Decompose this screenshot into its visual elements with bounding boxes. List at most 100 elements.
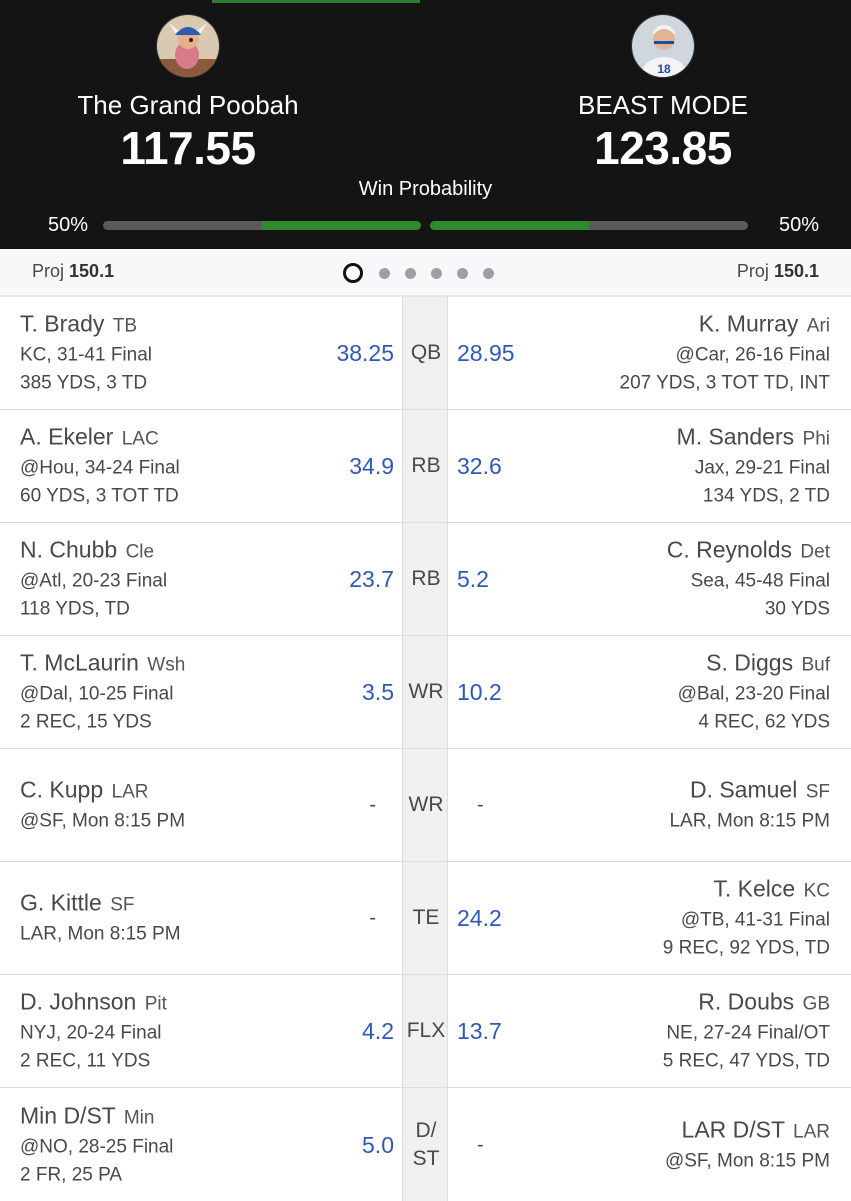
right-player[interactable]: R. Doubs GB NE, 27-24 Final/OT 5 REC, 47 Y… (663, 987, 830, 1076)
right-player[interactable]: K. Murray Ari @Car, 26-16 Final 207 YDS, 3… (620, 309, 831, 398)
left-player-points: - (369, 907, 376, 929)
right-player-name[interactable]: C. Reynolds (667, 537, 792, 563)
right-player[interactable]: D. Samuel SF LAR, Mon 8:15 PM (669, 775, 830, 836)
left-player-team: LAR (111, 781, 149, 803)
page-dot[interactable] (457, 267, 468, 279)
right-player-stats: 4 REC, 62 YDS (698, 711, 830, 733)
right-player-stats: 207 YDS, 3 TOT TD, INT (619, 372, 831, 394)
left-player-game-info: @Hou, 34-24 Final (20, 457, 180, 479)
right-player-game-info: @SF, Mon 8:15 PM (664, 1150, 830, 1171)
right-player-name[interactable]: S. Diggs (706, 650, 793, 676)
win-probability-label: Win Probability (358, 178, 493, 200)
position-column: RB (402, 523, 448, 635)
right-player-game-info: LAR, Mon 8:15 PM (669, 810, 830, 832)
away-team-score: 123.85 (594, 122, 732, 174)
left-player-name[interactable]: D. Johnson (20, 989, 136, 1015)
matchup-row: N. Chubb Cle @Atl, 20-23 Final 118 YDS, TD… (0, 523, 851, 636)
left-player-name[interactable]: A. Ekeler (20, 424, 113, 450)
home-proj-value: 150.1 (69, 261, 115, 281)
right-player-name[interactable]: M. Sanders (677, 424, 795, 450)
page-dot[interactable] (379, 267, 390, 279)
right-player-team: Phi (802, 428, 830, 450)
right-player[interactable]: M. Sanders Phi Jax, 29-21 Final 134 YDS, 2… (677, 422, 830, 511)
home-proj-label: Proj (32, 261, 65, 281)
left-player-points: 5.0 (362, 1131, 394, 1158)
left-player-team: Pit (144, 993, 167, 1015)
page-dot[interactable] (483, 267, 494, 279)
matchup-row: A. Ekeler LAC @Hou, 34-24 Final 60 YDS, 3 … (0, 410, 851, 523)
left-player-game-info: LAR, Mon 8:15 PM (20, 923, 181, 945)
page-dot[interactable] (343, 263, 363, 283)
left-player-team: LAC (121, 428, 159, 450)
right-player-team: Ari (806, 315, 830, 337)
away-team-name: BEAST MODE (577, 90, 748, 120)
position-label: D/ST (412, 1118, 440, 1170)
left-player-team: Wsh (147, 654, 186, 676)
right-player-name[interactable]: K. Murray (699, 311, 799, 337)
right-player-points: 28.95 (457, 340, 515, 366)
right-player-points: - (477, 794, 484, 816)
left-player[interactable]: G. Kittle SF LAR, Mon 8:15 PM (20, 888, 181, 949)
home-win-probability-fill (262, 221, 421, 230)
left-player-name[interactable]: G. Kittle (20, 890, 102, 916)
position-column: D/ST (402, 1088, 448, 1201)
left-player[interactable]: T. McLaurin Wsh @Dal, 10-25 Final 2 REC, 1… (20, 648, 185, 737)
right-player[interactable]: LAR D/ST LAR @SF, Mon 8:15 PM (665, 1114, 830, 1175)
page-indicator[interactable] (343, 263, 509, 283)
left-player-name[interactable]: T. Brady (20, 311, 104, 337)
home-team-avatar[interactable] (156, 14, 220, 78)
right-player-team: GB (802, 993, 830, 1015)
left-player[interactable]: D. Johnson Pit NYJ, 20-24 Final 2 REC, 11 … (20, 987, 167, 1076)
left-player[interactable]: Min D/ST Min @NO, 28-25 Final 2 FR, 25 PA (20, 1100, 173, 1189)
home-win-pct: 50% (48, 214, 89, 236)
left-player-name[interactable]: T. McLaurin (20, 650, 139, 676)
left-player-game-info: NYJ, 20-24 Final (20, 1022, 162, 1044)
position-label: WR (408, 680, 444, 703)
away-win-probability-bar (430, 221, 748, 230)
position-column: WR (402, 636, 448, 748)
left-player-points: 3.5 (362, 679, 394, 705)
left-player-points: 23.7 (349, 566, 394, 592)
left-player-name[interactable]: N. Chubb (20, 537, 117, 563)
right-player-name[interactable]: LAR D/ST (682, 1116, 785, 1142)
left-player-stats: 2 REC, 15 YDS (20, 711, 152, 733)
right-player-name[interactable]: T. Kelce (713, 876, 795, 902)
right-player[interactable]: S. Diggs Buf @Bal, 23-20 Final 4 REC, 62 Y… (678, 648, 830, 737)
left-player[interactable]: N. Chubb Cle @Atl, 20-23 Final 118 YDS, TD (20, 535, 167, 624)
right-player-name[interactable]: D. Samuel (690, 777, 797, 803)
left-player-stats: 118 YDS, TD (20, 598, 130, 620)
matchup-row: G. Kittle SF LAR, Mon 8:15 PM - TE T. Kelce… (0, 862, 851, 975)
page-dot[interactable] (405, 267, 416, 279)
away-projection: Proj 150.1 (737, 261, 819, 282)
left-player-name[interactable]: Min D/ST (20, 1102, 115, 1128)
right-player-game-info: @Bal, 23-20 Final (677, 683, 830, 705)
home-team[interactable]: The Grand Poobah 117.55 (8, 14, 368, 174)
position-label: FLX (406, 1019, 446, 1042)
away-team-avatar[interactable]: 18 (631, 14, 695, 78)
home-projection: Proj 150.1 (32, 261, 114, 282)
home-win-probability-bar (103, 221, 421, 230)
right-player-name[interactable]: R. Doubs (698, 989, 794, 1015)
right-player-stats: 134 YDS, 2 TD (702, 485, 830, 507)
position-label: RB (411, 567, 441, 590)
left-player-name[interactable]: C. Kupp (20, 777, 103, 803)
position-column: FLX (402, 975, 448, 1087)
right-player-points: 24.2 (457, 905, 502, 931)
away-team[interactable]: 18 BEAST MODE 123.85 (483, 14, 843, 174)
left-player[interactable]: T. Brady TB KC, 31-41 Final 385 YDS, 3 TD (20, 309, 152, 398)
active-tab-indicator (212, 0, 420, 3)
right-player[interactable]: C. Reynolds Det Sea, 45-48 Final 30 YDS (667, 535, 830, 624)
left-player-team: Cle (125, 541, 155, 563)
left-player-points: 34.9 (349, 453, 394, 479)
right-player[interactable]: T. Kelce KC @TB, 41-31 Final 9 REC, 92 YDS… (663, 874, 830, 963)
matchup-header: The Grand Poobah 117.55 18 BEAST MODE 12… (0, 0, 851, 249)
left-player-game-info: @NO, 28-25 Final (20, 1136, 174, 1157)
page-dot[interactable] (431, 267, 442, 279)
right-player-team: LAR (793, 1121, 830, 1142)
left-player[interactable]: C. Kupp LAR @SF, Mon 8:15 PM (20, 775, 185, 836)
right-player-game-info: Jax, 29-21 Final (694, 457, 830, 479)
left-player[interactable]: A. Ekeler LAC @Hou, 34-24 Final 60 YDS, 3 … (20, 422, 180, 511)
right-player-team: Det (800, 541, 830, 563)
right-player-game-info: NE, 27-24 Final/OT (666, 1022, 830, 1044)
right-player-game-info: @Car, 26-16 Final (675, 344, 830, 366)
